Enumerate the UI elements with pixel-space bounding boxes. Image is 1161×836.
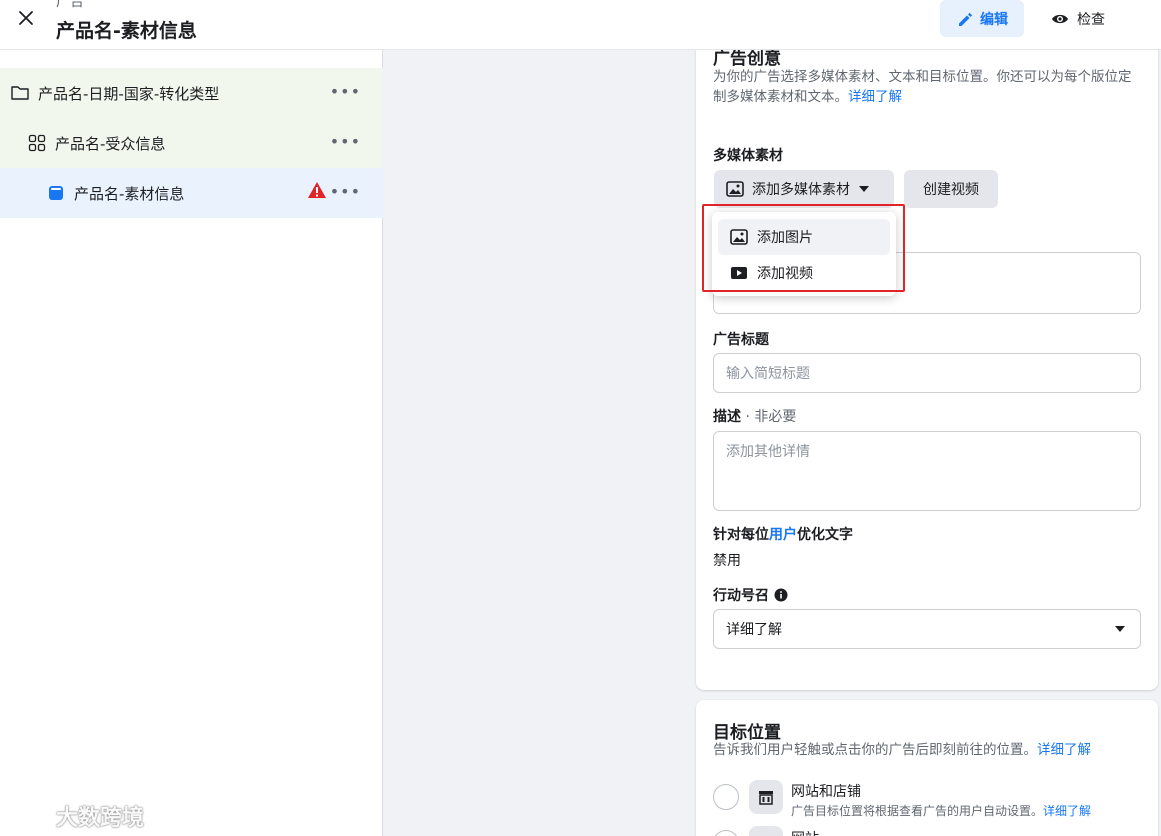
caret-down-icon xyxy=(1115,626,1125,632)
pencil-icon xyxy=(959,12,973,26)
create-video-button-label: 创建视频 xyxy=(923,182,979,198)
left-tree-panel: 产品名-日期-国家-转化类型 ••• 产品名-受众信息 ••• 产品名-素材信息… xyxy=(0,50,383,836)
edit-button-label: 编辑 xyxy=(980,11,1008,28)
media-label: 多媒体素材 xyxy=(713,148,783,164)
tree-item-ad[interactable]: 产品名-素材信息 ••• xyxy=(0,168,383,218)
destination-description: 告诉我们用户轻触或点击你的广告后即刻前往的位置。详细了解 xyxy=(713,740,1153,760)
grid-icon xyxy=(27,133,47,153)
learn-more-link[interactable]: 详细了解 xyxy=(1043,804,1091,818)
create-video-button[interactable]: 创建视频 xyxy=(904,170,998,208)
eye-icon xyxy=(1052,14,1068,23)
description-label-text: 描述 xyxy=(713,409,741,425)
cta-label-text: 行动号召 xyxy=(713,588,769,604)
warning-icon xyxy=(307,181,327,203)
watermark: 大数跨境 xyxy=(8,800,144,832)
cta-select-value: 详细了解 xyxy=(726,622,782,638)
tree-item-adset-label: 产品名-受众信息 xyxy=(55,134,166,153)
image-icon xyxy=(726,181,744,197)
info-icon[interactable] xyxy=(774,588,788,602)
menu-item-add-video[interactable]: 添加视频 xyxy=(718,255,890,291)
add-media-button-label: 添加多媒体素材 xyxy=(752,182,850,198)
option-website-and-shop-desc-text: 广告目标位置将根据查看广告的用户自动设置。 xyxy=(791,804,1044,818)
tree-item-ad-label: 产品名-素材信息 xyxy=(74,184,185,203)
headline-input[interactable]: 输入简短标题 xyxy=(713,353,1141,393)
option-website-and-shop-desc: 广告目标位置将根据查看广告的用户自动设置。详细了解 xyxy=(791,802,1091,819)
more-options-icon[interactable]: ••• xyxy=(330,82,361,101)
ad-icon xyxy=(46,183,66,203)
description-placeholder: 添加其他详情 xyxy=(726,444,810,460)
watermark-logo-icon xyxy=(8,804,49,826)
menu-item-add-image[interactable]: 添加图片 xyxy=(718,219,890,255)
more-options-icon[interactable]: ••• xyxy=(330,132,361,151)
top-header: 广告 产品名-素材信息 编辑 检查 xyxy=(0,0,1161,50)
more-options-icon[interactable]: ••• xyxy=(330,182,361,201)
website-icon xyxy=(749,826,783,836)
add-media-button[interactable]: 添加多媒体素材 xyxy=(714,170,894,208)
breadcrumb-level: 广告 xyxy=(56,0,84,10)
optimize-text-value: 禁用 xyxy=(713,553,741,569)
cta-label: 行动号召 xyxy=(713,585,788,605)
option-website-and-shop-title: 网站和店铺 xyxy=(791,784,861,800)
option-website-title: 网站 xyxy=(791,828,819,836)
folder-icon xyxy=(10,83,30,103)
description-label: 描述 · 非必要 xyxy=(713,406,796,426)
menu-item-add-image-label: 添加图片 xyxy=(757,230,813,246)
optional-note: · 非必要 xyxy=(741,409,797,425)
creative-description-text: 为你的广告选择多媒体素材、文本和目标位置。你还可以为每个版位定制多媒体素材和文本… xyxy=(713,69,1132,105)
tree-item-adset[interactable]: 产品名-受众信息 ••• xyxy=(0,118,383,168)
headline-label: 广告标题 xyxy=(713,332,769,348)
page-title: 产品名-素材信息 xyxy=(56,20,197,42)
creative-description: 为你的广告选择多媒体素材、文本和目标位置。你还可以为每个版位定制多媒体素材和文本… xyxy=(713,67,1143,107)
destination-card: 目标位置 告诉我们用户轻触或点击你的广告后即刻前往的位置。详细了解 网站和店铺 … xyxy=(696,700,1158,836)
ad-creative-card: 广告创意 为你的广告选择多媒体素材、文本和目标位置。你还可以为每个版位定制多媒体… xyxy=(696,40,1158,690)
headline-placeholder: 输入简短标题 xyxy=(726,366,810,382)
add-media-menu: 添加图片 添加视频 xyxy=(712,212,896,296)
inspect-button[interactable]: 检查 xyxy=(1036,0,1120,37)
tree-item-campaign[interactable]: 产品名-日期-国家-转化类型 ••• xyxy=(0,68,383,118)
campaign-tree: 产品名-日期-国家-转化类型 ••• 产品名-受众信息 ••• 产品名-素材信息… xyxy=(0,68,383,218)
image-icon xyxy=(730,229,748,245)
preview-area xyxy=(383,50,696,836)
caret-down-icon xyxy=(859,186,869,192)
optimize-text-label-b: 优化文字 xyxy=(797,527,853,543)
radio-website-and-shop[interactable] xyxy=(713,784,739,810)
optimize-text-label: 针对每位用户优化文字 xyxy=(713,524,853,544)
inspect-button-label: 检查 xyxy=(1077,11,1105,28)
close-button[interactable] xyxy=(12,4,40,32)
watermark-text: 大数跨境 xyxy=(56,806,145,831)
menu-item-add-video-label: 添加视频 xyxy=(757,266,813,282)
optimize-text-label-a: 针对每位 xyxy=(713,527,769,543)
video-icon xyxy=(731,267,747,279)
users-link[interactable]: 用户 xyxy=(769,527,797,543)
destination-description-text: 告诉我们用户轻触或点击你的广告后即刻前往的位置。 xyxy=(713,742,1037,758)
close-icon xyxy=(19,11,33,25)
cta-select[interactable]: 详细了解 xyxy=(713,609,1141,649)
store-icon xyxy=(749,780,783,814)
learn-more-link[interactable]: 详细了解 xyxy=(848,89,902,105)
tree-item-campaign-label: 产品名-日期-国家-转化类型 xyxy=(38,84,220,103)
radio-website[interactable] xyxy=(713,830,739,836)
learn-more-link[interactable]: 详细了解 xyxy=(1037,742,1091,758)
edit-button[interactable]: 编辑 xyxy=(940,0,1024,37)
description-input[interactable]: 添加其他详情 xyxy=(713,431,1141,511)
